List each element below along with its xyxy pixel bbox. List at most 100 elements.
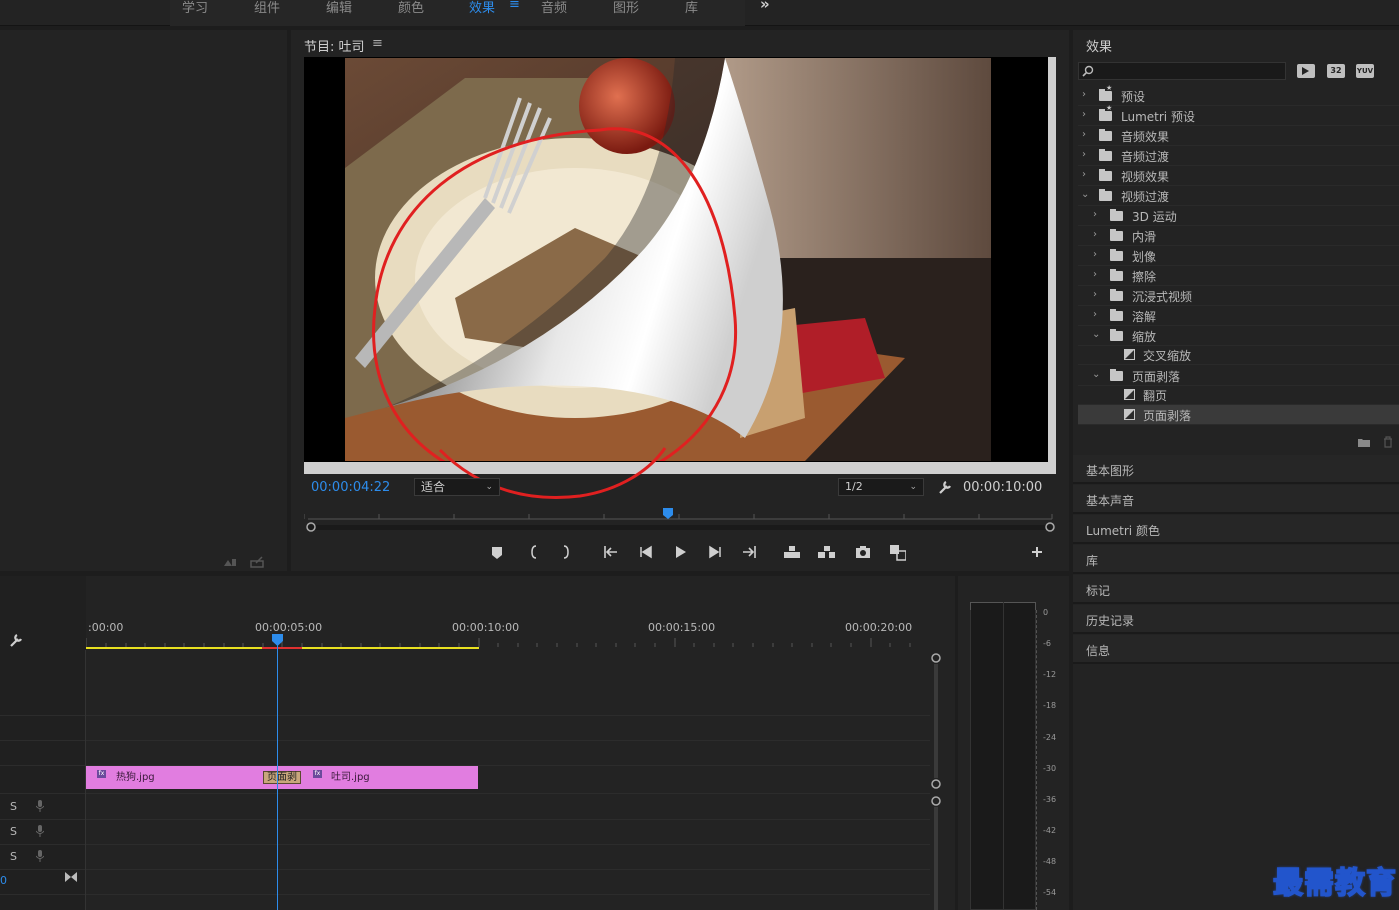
- tree-item-presets[interactable]: › 预设: [1078, 84, 1399, 106]
- chevron-right-icon[interactable]: ›: [1093, 289, 1097, 300]
- tree-item-audio-transitions[interactable]: › 音频过渡: [1078, 146, 1399, 166]
- mark-in-icon[interactable]: [525, 543, 543, 561]
- tab-libraries[interactable]: 库: [685, 0, 698, 16]
- tree-item-3d-motion[interactable]: › 3D 运动: [1078, 206, 1399, 226]
- chevron-right-icon[interactable]: ›: [1082, 149, 1086, 160]
- chevron-right-icon[interactable]: ›: [1093, 229, 1097, 240]
- accelerated-effects-icon[interactable]: [1297, 64, 1315, 78]
- yuv-effects-badge[interactable]: YUV: [1356, 64, 1374, 78]
- tree-item-cross-zoom[interactable]: 交叉缩放: [1078, 345, 1399, 365]
- panel-lumetri-color[interactable]: Lumetri 颜色: [1073, 515, 1399, 544]
- chevron-right-icon[interactable]: ›: [1082, 129, 1086, 140]
- export-frame-icon[interactable]: [222, 556, 238, 568]
- master-track-icon[interactable]: [65, 872, 77, 882]
- track-divider: [0, 869, 86, 870]
- tree-item-video-transitions[interactable]: ⌄ 视频过渡: [1078, 186, 1399, 206]
- panel-menu-icon[interactable]: ≡: [372, 36, 383, 51]
- program-monitor-title[interactable]: 节目: 吐司: [304, 36, 365, 55]
- solo-button[interactable]: S: [10, 850, 17, 863]
- step-forward-icon[interactable]: [706, 543, 724, 561]
- tree-item-page-peel-folder[interactable]: ⌄ 页面剥落: [1078, 366, 1399, 386]
- resolution-select[interactable]: 1/2 ⌄: [838, 478, 924, 496]
- chevron-right-icon[interactable]: ›: [1093, 249, 1097, 260]
- panel-markers[interactable]: 标记: [1073, 575, 1399, 604]
- wrench-icon[interactable]: [937, 479, 953, 495]
- new-bin-icon[interactable]: [1357, 436, 1371, 448]
- playhead-line: [277, 645, 278, 910]
- tab-effects-menu-icon[interactable]: ≡: [509, 0, 520, 12]
- chevron-right-icon[interactable]: ›: [1082, 109, 1086, 120]
- tab-assembly[interactable]: 组件: [254, 0, 280, 16]
- mark-out-icon[interactable]: [557, 543, 575, 561]
- go-to-in-icon[interactable]: [602, 543, 620, 561]
- chevron-right-icon[interactable]: ›: [1082, 169, 1086, 180]
- extract-icon[interactable]: [817, 543, 835, 561]
- microphone-icon[interactable]: [36, 800, 44, 812]
- timeline-ruler[interactable]: [86, 634, 930, 650]
- microphone-icon[interactable]: [36, 850, 44, 862]
- panel-libraries[interactable]: 库: [1073, 545, 1399, 574]
- tab-learn[interactable]: 学习: [182, 0, 208, 16]
- tab-color[interactable]: 颜色: [398, 0, 424, 16]
- tree-item-page-turn[interactable]: 翻页: [1078, 385, 1399, 405]
- panel-history[interactable]: 历史记录: [1073, 605, 1399, 634]
- scroll-handle[interactable]: [930, 778, 942, 790]
- tree-item-immersive-video[interactable]: › 沉浸式视频: [1078, 286, 1399, 306]
- tree-item-slide[interactable]: › 内滑: [1078, 226, 1399, 246]
- step-back-icon[interactable]: [637, 543, 655, 561]
- tree-item-wipe[interactable]: › 擦除: [1078, 266, 1399, 286]
- tree-item-lumetri-presets[interactable]: › Lumetri 预设: [1078, 104, 1399, 126]
- chevron-right-icon[interactable]: ›: [1093, 309, 1097, 320]
- chevron-down-icon[interactable]: ⌄: [1092, 329, 1100, 340]
- page-peel-transition[interactable]: 页面剥: [263, 771, 301, 784]
- tab-audio[interactable]: 音频: [541, 0, 567, 16]
- tree-item-iris[interactable]: › 划像: [1078, 246, 1399, 266]
- lift-icon[interactable]: [782, 543, 800, 561]
- video-track-scrollbar[interactable]: [934, 664, 938, 778]
- tree-item-dissolve[interactable]: › 溶解: [1078, 306, 1399, 326]
- add-marker-icon[interactable]: [488, 543, 506, 561]
- comparison-view-icon[interactable]: [888, 543, 906, 561]
- tab-editing[interactable]: 编辑: [326, 0, 352, 16]
- tree-item-zoom[interactable]: ⌄ 缩放: [1078, 326, 1399, 346]
- solo-button[interactable]: S: [10, 825, 17, 838]
- scroll-handle[interactable]: [930, 795, 942, 807]
- play-icon[interactable]: [671, 543, 689, 561]
- more-workspaces-icon[interactable]: »: [760, 0, 770, 13]
- delete-icon[interactable]: [1382, 436, 1394, 448]
- timeline-settings-wrench-icon[interactable]: [8, 632, 24, 648]
- tree-item-audio-effects[interactable]: › 音频效果: [1078, 126, 1399, 146]
- channel-divider: [1003, 602, 1004, 910]
- effects-panel-title[interactable]: 效果: [1086, 36, 1112, 55]
- meter-scale-line: [1036, 610, 1037, 910]
- tree-item-video-effects[interactable]: › 视频效果: [1078, 166, 1399, 186]
- video-preview-image: [345, 58, 991, 461]
- tab-graphics[interactable]: 图形: [613, 0, 639, 16]
- chevron-right-icon[interactable]: ›: [1082, 89, 1086, 100]
- panel-info[interactable]: 信息: [1073, 635, 1399, 664]
- scroll-handle[interactable]: [930, 652, 942, 664]
- microphone-icon[interactable]: [36, 825, 44, 837]
- panel-label: 历史记录: [1086, 614, 1135, 628]
- tree-item-page-peel[interactable]: 页面剥落: [1078, 405, 1399, 425]
- master-volume-value[interactable]: 0: [0, 874, 7, 887]
- program-timecode[interactable]: 00:00:04:22: [311, 480, 390, 495]
- tab-effects[interactable]: 效果: [469, 0, 495, 16]
- panel-essential-sound[interactable]: 基本声音: [1073, 485, 1399, 514]
- share-icon[interactable]: [250, 556, 266, 568]
- chevron-down-icon[interactable]: ⌄: [1081, 189, 1089, 200]
- audio-track-scrollbar[interactable]: [934, 807, 938, 910]
- monitor-time-ruler[interactable]: [304, 504, 1056, 536]
- chevron-right-icon[interactable]: ›: [1093, 209, 1097, 220]
- chevron-down-icon[interactable]: ⌄: [1092, 369, 1100, 380]
- 32-bit-effects-badge[interactable]: 32: [1327, 64, 1345, 78]
- db-scale-label: -48: [1043, 857, 1057, 866]
- effects-search-input[interactable]: [1078, 62, 1286, 80]
- go-to-out-icon[interactable]: [740, 543, 758, 561]
- add-button-icon[interactable]: [1029, 543, 1047, 561]
- chevron-right-icon[interactable]: ›: [1093, 269, 1097, 280]
- panel-essential-graphics[interactable]: 基本图形: [1073, 455, 1399, 484]
- camera-icon[interactable]: [854, 543, 872, 561]
- solo-button[interactable]: S: [10, 800, 17, 813]
- zoom-select[interactable]: 适合 ⌄: [414, 478, 500, 496]
